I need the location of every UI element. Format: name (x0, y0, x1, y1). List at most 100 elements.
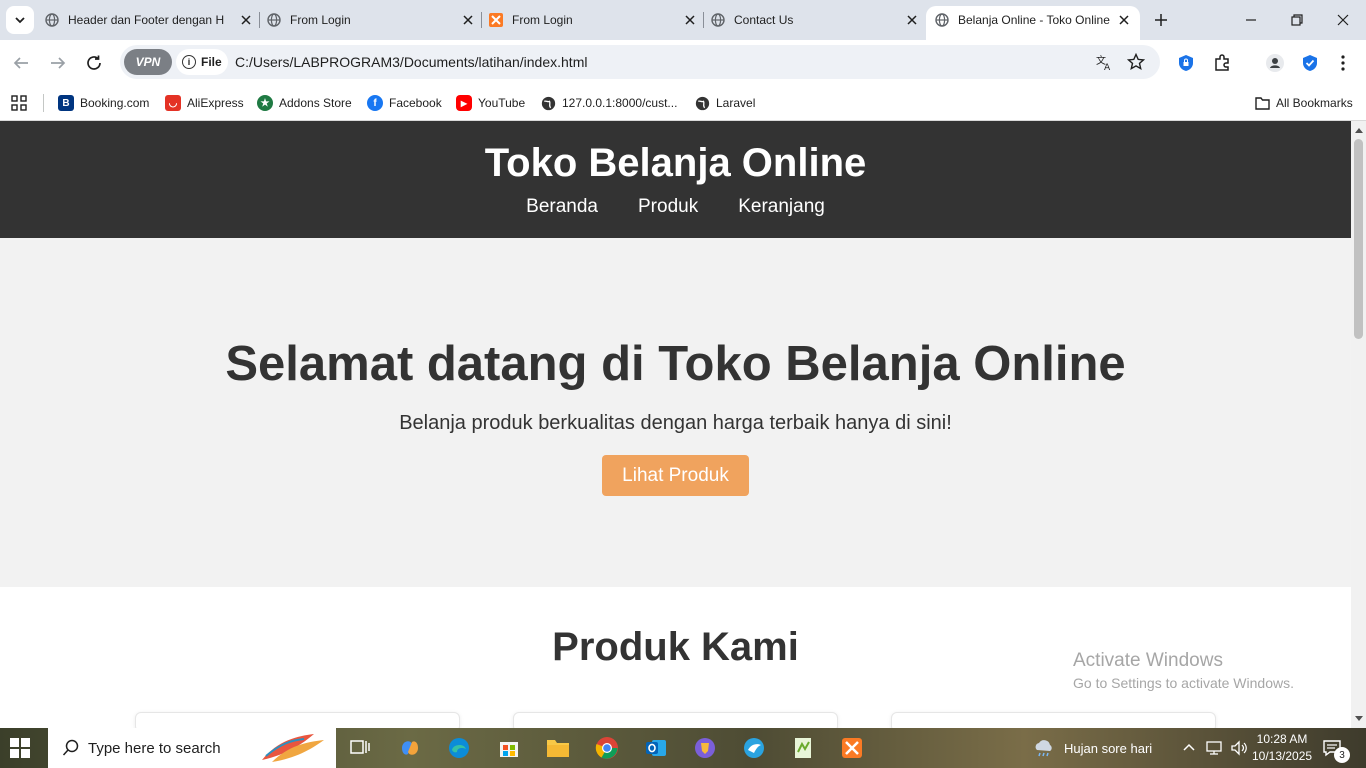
site-header: Toko Belanja Online Beranda Produk Keran… (0, 121, 1351, 238)
search-placeholder: Type here to search (88, 739, 221, 757)
tab-strip: Header dan Footer dengan H From Login Fr… (0, 0, 1366, 40)
reload-button[interactable] (82, 51, 106, 75)
page-scrollbar[interactable] (1351, 121, 1366, 728)
nav-link-keranjang[interactable]: Keranjang (738, 196, 825, 218)
bookmark-laravel[interactable]: Laravel (694, 92, 755, 114)
taskbar-search-box[interactable]: Type here to search (48, 728, 336, 768)
bookmark-facebook[interactable]: f Facebook (367, 92, 442, 114)
globe-icon (710, 12, 726, 28)
file-explorer-icon[interactable] (544, 734, 572, 762)
tab-2[interactable]: From Login (266, 6, 476, 34)
close-icon[interactable] (1116, 12, 1132, 28)
nav-link-produk[interactable]: Produk (638, 196, 698, 218)
volume-icon[interactable] (1230, 740, 1248, 756)
task-view-icon[interactable] (346, 734, 374, 762)
url-text[interactable]: C:/Users/LABPROGRAM3/Documents/latihan/i… (235, 54, 587, 70)
tab-title: Belanja Online - Toko Online (958, 13, 1110, 27)
bookmark-addons-store[interactable]: ★ Addons Store (257, 92, 352, 114)
close-icon[interactable] (904, 12, 920, 28)
notepad-plus-icon[interactable] (789, 734, 817, 762)
edge-icon[interactable] (445, 734, 473, 762)
rain-cloud-icon (1035, 740, 1052, 757)
product-card[interactable] (513, 712, 838, 728)
chrome-icon[interactable] (593, 734, 621, 762)
nav-link-beranda[interactable]: Beranda (526, 196, 598, 218)
copilot-icon[interactable] (396, 734, 424, 762)
extension-shield-button[interactable] (1298, 51, 1322, 75)
tray-icons (1182, 728, 1248, 768)
bookmark-booking[interactable]: B Booking.com (58, 92, 149, 114)
bookmark-localhost[interactable]: 127.0.0.1:8000/cust... (540, 92, 677, 114)
tab-separator (703, 12, 704, 28)
reload-icon (87, 55, 101, 70)
activate-windows-watermark: Activate Windows Go to Settings to activ… (1073, 650, 1294, 691)
shield-lock-icon (1179, 55, 1193, 71)
scroll-up-arrow-icon[interactable] (1354, 125, 1363, 135)
microsoft-store-icon[interactable] (495, 734, 523, 762)
chevron-up-icon[interactable] (1182, 741, 1196, 755)
tab-separator (259, 12, 260, 28)
start-button[interactable] (10, 738, 30, 758)
taskbar-clock[interactable]: 10:28 AM 10/13/2025 (1252, 731, 1312, 765)
weather-widget[interactable]: Hujan sore hari (1032, 728, 1152, 768)
file-label: File (201, 55, 222, 69)
arrow-left-icon (13, 57, 28, 69)
all-bookmarks-button[interactable]: All Bookmarks (1254, 92, 1353, 114)
outlook-icon[interactable] (642, 734, 670, 762)
xampp-icon[interactable] (838, 734, 866, 762)
tab-4[interactable]: Contact Us (710, 6, 920, 34)
translate-icon[interactable]: 文A (1094, 52, 1114, 72)
watermark-subtitle: Go to Settings to activate Windows. (1073, 675, 1294, 691)
all-bookmarks-label: All Bookmarks (1276, 96, 1353, 110)
minimize-icon (1246, 19, 1256, 21)
vpn-button[interactable]: VPN (124, 49, 172, 75)
menu-button[interactable] (1331, 51, 1355, 75)
tab-active[interactable]: Belanja Online - Toko Online (926, 6, 1140, 40)
tab-1[interactable]: Header dan Footer dengan H (44, 6, 254, 34)
apps-button[interactable] (11, 92, 27, 114)
close-icon[interactable] (460, 12, 476, 28)
scroll-down-arrow-icon[interactable] (1354, 714, 1363, 724)
bookmark-aliexpress[interactable]: ◡ AliExpress (165, 92, 244, 114)
network-icon[interactable] (1205, 740, 1223, 756)
minimize-button[interactable] (1239, 8, 1263, 32)
windows-taskbar: Type here to search Hujan sore hari 10:2… (0, 728, 1366, 768)
aliexpress-icon: ◡ (165, 95, 181, 111)
profile-button[interactable] (1263, 51, 1287, 75)
back-button[interactable] (9, 51, 33, 75)
site-nav: Beranda Produk Keranjang (0, 196, 1351, 218)
extensions-button[interactable] (1210, 51, 1234, 75)
facebook-icon: f (367, 95, 383, 111)
product-card[interactable] (135, 712, 460, 728)
app-bird-icon[interactable] (740, 734, 768, 762)
brave-vpn-icon[interactable] (691, 734, 719, 762)
globe-icon (44, 12, 60, 28)
search-highlight-feathers-icon (262, 734, 324, 762)
address-bar[interactable]: VPN i File C:/Users/LABPROGRAM3/Document… (120, 45, 1160, 79)
bookmark-label: YouTube (478, 96, 526, 110)
close-icon[interactable] (682, 12, 698, 28)
site-info-chip[interactable]: i File (176, 49, 228, 75)
close-window-button[interactable] (1331, 8, 1355, 32)
restore-button[interactable] (1285, 8, 1309, 32)
tab-title: From Login (512, 13, 573, 27)
booking-icon: B (58, 95, 74, 111)
bookmark-label: Laravel (716, 96, 756, 110)
close-icon[interactable] (238, 12, 254, 28)
new-tab-button[interactable] (1151, 10, 1171, 30)
scroll-thumb[interactable] (1354, 139, 1363, 339)
svg-text:A: A (1104, 63, 1111, 71)
weather-text: Hujan sore hari (1064, 740, 1153, 756)
extension-privacy-button[interactable] (1174, 51, 1198, 75)
search-icon (62, 739, 79, 756)
view-products-button[interactable]: Lihat Produk (602, 455, 749, 496)
tab-3[interactable]: From Login (488, 6, 698, 34)
notification-center-button[interactable]: 3 (1322, 728, 1350, 768)
tab-title: From Login (290, 13, 351, 27)
tab-search-button[interactable] (6, 6, 34, 34)
product-card[interactable] (891, 712, 1216, 728)
forward-button[interactable] (46, 51, 70, 75)
bookmark-star-icon[interactable] (1126, 52, 1146, 72)
plus-icon (1155, 14, 1167, 26)
bookmark-youtube[interactable]: ▶ YouTube (456, 92, 525, 114)
